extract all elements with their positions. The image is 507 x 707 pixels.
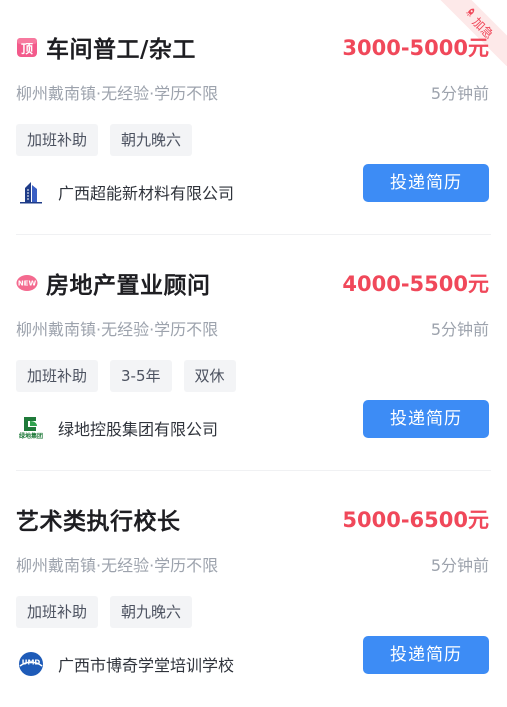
post-time: 5分钟前 <box>430 320 489 339</box>
tags-row: 加班补助 朝九晚六 <box>16 124 193 158</box>
new-badge-text: NEW <box>18 280 37 288</box>
tag: 双休 <box>183 360 236 392</box>
job-title[interactable]: 房地产置业顾问 <box>46 266 211 300</box>
company-name[interactable]: 绿地控股集团有限公司 <box>58 416 218 440</box>
tag: 朝九晚六 <box>110 124 193 156</box>
job-location: 柳州戴南镇·无经验·学历不限 <box>16 84 219 103</box>
apply-resume-button[interactable]: 投递简历 <box>363 636 489 674</box>
apply-resume-button[interactable]: 投递简历 <box>363 400 489 438</box>
post-time: 5分钟前 <box>430 84 489 103</box>
building-logo-icon <box>16 177 46 207</box>
svg-text:顶: 顶 <box>21 42 33 56</box>
card-divider <box>16 234 491 235</box>
job-list: 加急 顶 车间普工/杂工 3000-5000元 柳州戴南镇·无经验·学历不限 5… <box>0 0 507 697</box>
apply-resume-button[interactable]: 投递简历 <box>363 164 489 202</box>
card-divider <box>16 470 491 471</box>
job-title-row: 艺术类执行校长 5000-6500元 <box>16 500 489 538</box>
tag: 加班补助 <box>16 124 99 156</box>
tags-row: 加班补助 朝九晚六 <box>16 596 193 630</box>
job-card[interactable]: 艺术类执行校长 5000-6500元 柳州戴南镇·无经验·学历不限 5分钟前 加… <box>0 472 507 707</box>
company-row[interactable]: 绿地集团 绿地控股集团有限公司 <box>16 412 218 444</box>
job-title-row: 顶 车间普工/杂工 3000-5000元 <box>16 28 489 66</box>
umd-logo-icon: UMD <box>16 649 46 679</box>
greenland-logo-icon: 绿地集团 <box>16 413 46 443</box>
salary: 4000-5500元 <box>342 272 489 296</box>
job-title[interactable]: 车间普工/杂工 <box>46 30 196 64</box>
company-row[interactable]: UMD 广西市博奇学堂培训学校 <box>16 648 234 680</box>
tag: 3-5年 <box>110 360 172 392</box>
job-location: 柳州戴南镇·无经验·学历不限 <box>16 320 219 339</box>
job-title-row: NEW 房地产置业顾问 4000-5500元 <box>16 264 489 302</box>
tag: 加班补助 <box>16 360 99 392</box>
job-meta-row: 柳州戴南镇·无经验·学历不限 5分钟前 <box>16 552 489 576</box>
job-meta-row: 柳州戴南镇·无经验·学历不限 5分钟前 <box>16 316 489 340</box>
job-title[interactable]: 艺术类执行校长 <box>16 502 181 536</box>
post-time: 5分钟前 <box>430 556 489 575</box>
job-card[interactable]: NEW 房地产置业顾问 4000-5500元 柳州戴南镇·无经验·学历不限 5分… <box>0 236 507 471</box>
greenland-logo-text: 绿地集团 <box>19 432 43 440</box>
salary: 3000-5000元 <box>342 36 489 60</box>
tag: 加班补助 <box>16 596 99 628</box>
job-location: 柳州戴南镇·无经验·学历不限 <box>16 556 219 575</box>
company-row[interactable]: 广西超能新材料有限公司 <box>16 176 234 208</box>
job-meta-row: 柳州戴南镇·无经验·学历不限 5分钟前 <box>16 80 489 104</box>
tags-row: 加班补助 3-5年 双休 <box>16 360 236 394</box>
company-name[interactable]: 广西市博奇学堂培训学校 <box>58 652 234 676</box>
umd-logo-text: UMD <box>22 659 41 667</box>
new-badge-icon: NEW <box>16 272 38 294</box>
job-card[interactable]: 加急 顶 车间普工/杂工 3000-5000元 柳州戴南镇·无经验·学历不限 5… <box>0 0 507 235</box>
salary: 5000-6500元 <box>342 508 489 532</box>
top-badge-icon: 顶 <box>16 36 38 58</box>
tag: 朝九晚六 <box>110 596 193 628</box>
company-name[interactable]: 广西超能新材料有限公司 <box>58 180 234 204</box>
